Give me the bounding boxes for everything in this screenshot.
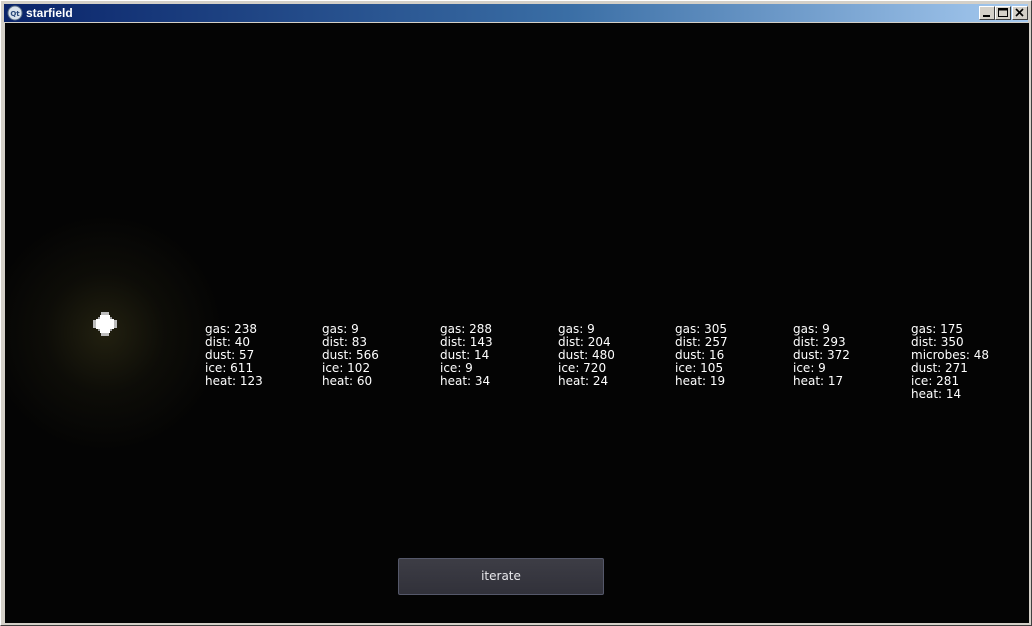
planet-info-2: gas: 9 dist: 83 dust: 566 ice: 102 heat:…	[322, 323, 379, 388]
app-window: Qt starfield gas: 238 dist: 40 dust: 57 …	[0, 0, 1032, 626]
maximize-button[interactable]	[995, 6, 1011, 20]
planet-info-3: gas: 288 dist: 143 dust: 14 ice: 9 heat:…	[440, 323, 493, 388]
window-title: starfield	[26, 6, 73, 20]
minimize-icon	[983, 15, 990, 17]
planet-stat: heat: 123	[205, 374, 263, 388]
planet-info-5: gas: 305 dist: 257 dust: 16 ice: 105 hea…	[675, 323, 728, 388]
planet-stat: heat: 14	[911, 387, 962, 401]
planet-info-4: gas: 9 dist: 204 dust: 480 ice: 720 heat…	[558, 323, 615, 388]
planet-info-7: gas: 175 dist: 350 microbes: 48 dust: 27…	[911, 323, 989, 401]
planet-info-6: gas: 9 dist: 293 dust: 372 ice: 9 heat: …	[793, 323, 850, 388]
planet-stat: heat: 60	[322, 374, 373, 388]
iterate-button[interactable]: iterate	[398, 558, 604, 595]
title-bar[interactable]: Qt starfield	[4, 4, 1028, 22]
close-icon	[1015, 8, 1024, 17]
svg-text:Qt: Qt	[10, 10, 20, 18]
planet-stat: heat: 34	[440, 374, 491, 388]
close-button[interactable]	[1012, 6, 1028, 20]
minimize-button[interactable]	[979, 6, 995, 20]
starfield-canvas: gas: 238 dist: 40 dust: 57 ice: 611 heat…	[5, 23, 1029, 623]
planet-info-1: gas: 238 dist: 40 dust: 57 ice: 611 heat…	[205, 323, 263, 388]
star-icon	[93, 312, 117, 336]
planet-stat: heat: 19	[675, 374, 726, 388]
qt-logo-icon[interactable]: Qt	[7, 5, 23, 21]
planet-stat: heat: 24	[558, 374, 609, 388]
planet-stat: heat: 17	[793, 374, 844, 388]
maximize-icon	[998, 8, 1008, 17]
